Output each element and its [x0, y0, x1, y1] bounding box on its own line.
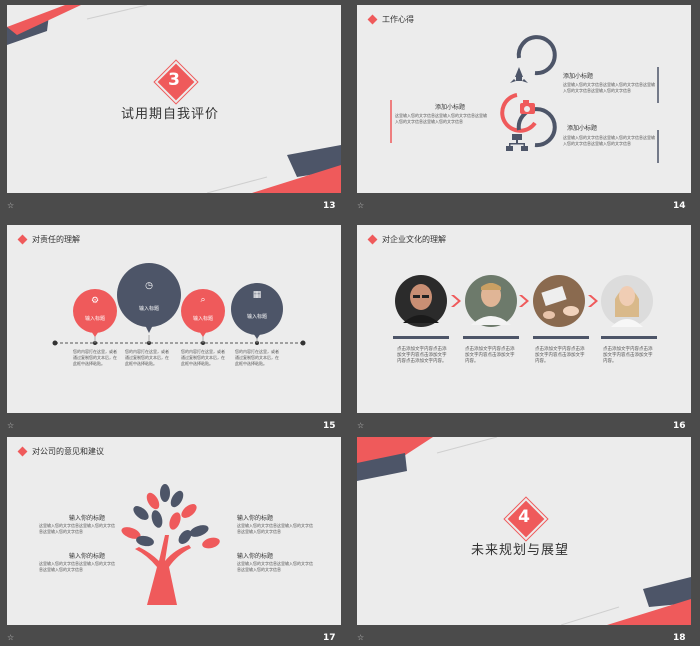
slide-16-thumbnail[interactable]: 对企业文化的理解 点击添加文字内容点击添加文字内容点击添加文字内容点击添加文字内… [357, 225, 691, 413]
subtitle-3-text: 这里输入您的文字信息这里输入您的文字信息这里输入您的文字信息这里输入您的文字信息 [563, 135, 655, 146]
column-2-bar [463, 336, 519, 339]
slide-18-number: 18 [673, 633, 686, 643]
slide-15-star-icon: ☆ [7, 421, 15, 430]
slide-17-star-icon: ☆ [7, 633, 15, 642]
cart-icon: ▦ [252, 290, 262, 300]
slide-15-number: 15 [323, 421, 336, 431]
suggestion-3-text: 这里输入您的文字信息这里输入您的文字信息这里输入您的文字信息 [237, 523, 313, 534]
slide-title: 未来规划与展望 [471, 543, 570, 558]
slide-14-star-icon: ☆ [357, 201, 365, 210]
subtitle-3: 添加小标题 [567, 125, 598, 132]
slide-13-star-icon: ☆ [7, 201, 15, 210]
bubble-4-pin [253, 333, 261, 339]
column-1-text: 点击添加文字内容点击添加文字内容点击添加文字内容点击添加文字内容。 [397, 347, 447, 364]
suggestion-4-text: 这里输入您的文字信息这里输入您的文字信息这里输入您的文字信息 [237, 561, 313, 572]
slide-13-number: 13 [323, 201, 336, 211]
section-number: 3 [168, 70, 180, 90]
slide-16-star-icon: ☆ [357, 421, 365, 430]
work-insight-diagram [390, 35, 659, 163]
bubble-2-pin [145, 325, 153, 333]
slide-17-thumbnail[interactable]: 对公司的意见和建议 输入你的标题 这里输入您的文字信息这里输入您的文字信息这里输… [7, 437, 341, 625]
suggestion-2-title: 输入你的标题 [69, 553, 106, 560]
slide-18-thumbnail[interactable]: 4 未来规划与展望 [357, 437, 691, 625]
slide-14-number: 14 [673, 201, 686, 211]
gear-icon: ⚙ [90, 296, 100, 306]
column-4-text: 点击添加文字内容点击添加文字内容点击添加文字内容。 [603, 347, 653, 364]
subtitle-1: 添加小标题 [563, 73, 594, 80]
bubble-1-text: 您的内容打在这里，或者通过复制您的文本后，在此框中选择粘贴。 [73, 349, 117, 366]
section-number: 4 [518, 507, 530, 527]
column-3-bar [533, 336, 589, 339]
bubble-3-text: 您的内容打在这里，或者通过复制您的文本后，在此框中选择粘贴。 [181, 349, 225, 366]
column-3-text: 点击添加文字内容点击添加文字内容点击添加文字内容。 [535, 347, 585, 364]
suggestion-4-title: 输入你的标题 [237, 553, 274, 560]
suggestion-3-title: 输入你的标题 [237, 515, 274, 522]
column-1-bar [393, 336, 449, 339]
bubble-2 [117, 263, 181, 327]
slide-16-number: 16 [673, 421, 686, 431]
bubble-1-pin [91, 331, 99, 337]
bubble-2-text: 您的内容打在这里，或者通过复制您的文本后，在此框中选择粘贴。 [125, 349, 169, 366]
slide-15-thumbnail[interactable]: 对责任的理解 ⚙ 输入标题 ◷ 输入标题 ⌕ 输入标题 ▦ 输入标题 您的内容打… [7, 225, 341, 413]
column-2-text: 点击添加文字内容点击添加文字内容点击添加文字内容。 [465, 347, 515, 364]
bubble-3-pin [199, 331, 207, 337]
suggestion-1-text: 这里输入您的文字信息这里输入您的文字信息这里输入您的文字信息 [39, 523, 115, 534]
subtitle-2-text: 这里输入您的文字信息这里输入您的文字信息这里输入您的文字信息这里输入您的文字信息 [395, 113, 487, 124]
slide-title: 试用期自我评价 [121, 107, 220, 122]
suggestion-2-text: 这里输入您的文字信息这里输入您的文字信息这里输入您的文字信息 [39, 561, 115, 572]
bubble-2-label: 输入标题 [138, 306, 159, 312]
bubble-1-label: 输入标题 [84, 316, 105, 322]
search-icon: ⌕ [200, 295, 206, 305]
culture-photo-row [395, 275, 653, 327]
column-4-bar [601, 336, 657, 339]
slide-14-thumbnail[interactable]: 工作心得 添加小标题 这里输入您的文字信息这里输入您的文字信息这里输入您的文字信… [357, 5, 691, 193]
subtitle-1-text: 这里输入您的文字信息这里输入您的文字信息这里输入您的文字信息这里输入您的文字信息 [563, 82, 655, 93]
slide-18-star-icon: ☆ [357, 633, 365, 642]
bubble-4-label: 输入标题 [246, 314, 267, 320]
slide-13-thumbnail[interactable]: 3 试用期自我评价 [7, 5, 341, 193]
suggestion-1-title: 输入你的标题 [69, 515, 106, 522]
subtitle-2: 添加小标题 [435, 104, 466, 111]
slide-17-number: 17 [323, 633, 336, 643]
bubble-3-label: 输入标题 [192, 316, 213, 322]
clock-icon: ◷ [145, 281, 153, 291]
responsibility-timeline [52, 329, 306, 346]
bubble-4-text: 您的内容打在这里，或者通过复制您的文本后，在此框中选择粘贴。 [235, 349, 279, 366]
